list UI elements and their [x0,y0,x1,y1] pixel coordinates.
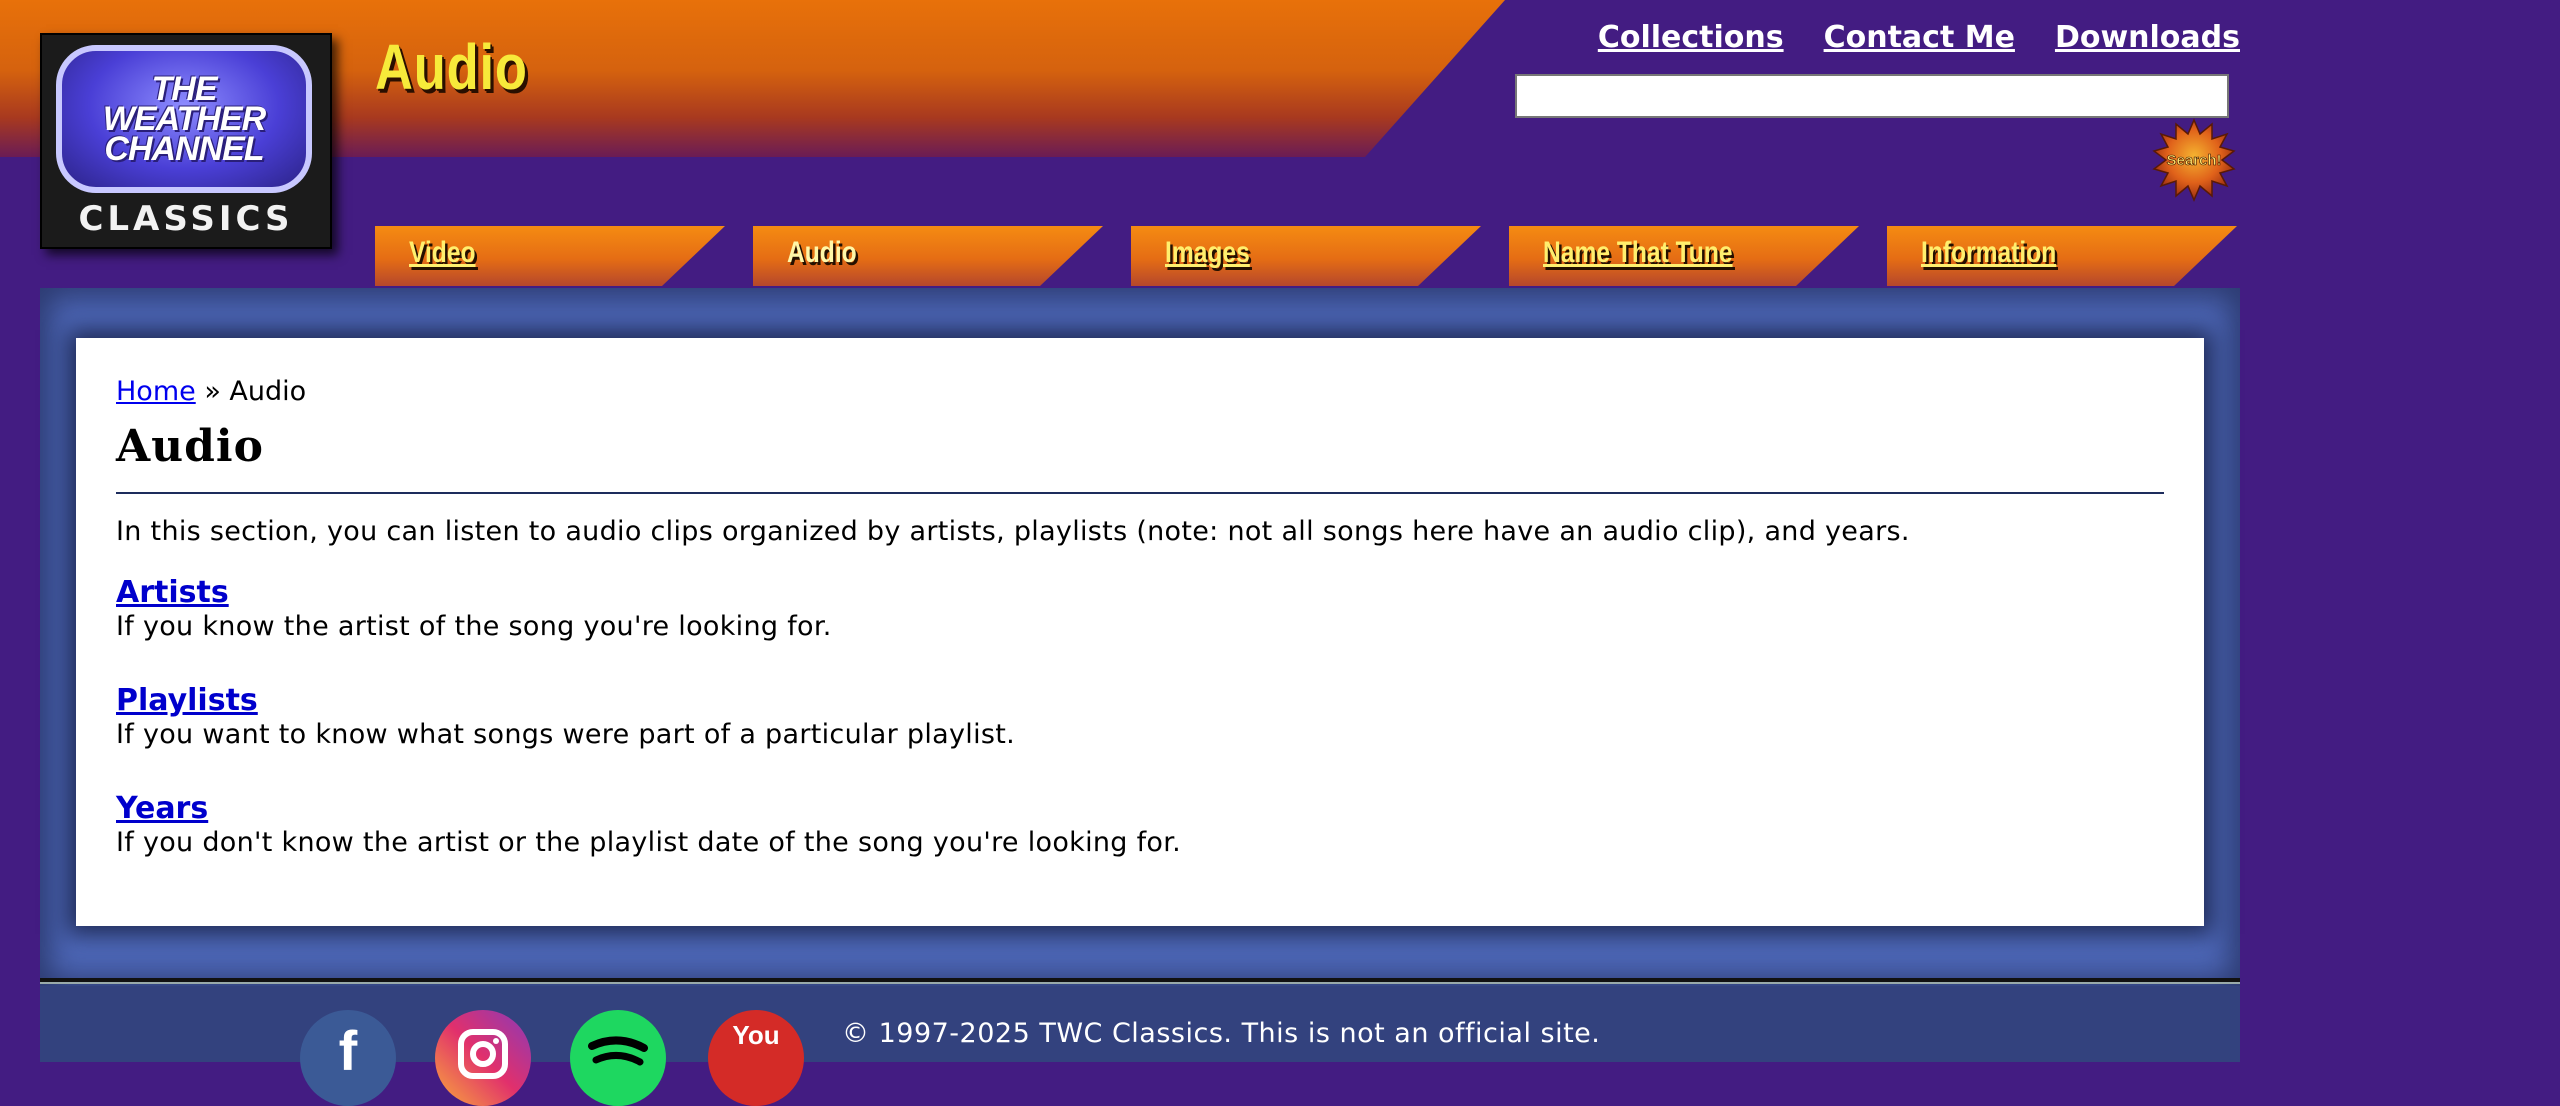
content-frame: Home » Audio Audio In this section, you … [40,288,2240,988]
section-description: If you know the artist of the song you'r… [116,611,832,642]
site-header: THE WEATHER CHANNEL CLASSICS Audio Colle… [0,0,2560,290]
youtube-icon-text: You [732,1020,780,1050]
nav-tab-images[interactable]: Images [1131,226,1481,286]
logo-text-channel: CHANNEL [104,130,264,168]
nav-tab-video[interactable]: Video [375,226,725,286]
instagram-icon[interactable] [435,1010,531,1106]
section-description: If you want to know what songs were part… [116,719,1016,750]
nav-tab-audio[interactable]: Audio [753,226,1103,286]
section-playlists: Playlists If you want to know what songs… [116,683,2164,751]
footer-divider [40,978,2240,984]
youtube-icon[interactable]: You [708,1010,804,1106]
years-link[interactable]: Years [116,791,2164,827]
copyright-text: © 1997-2025 TWC Classics. This is not an… [842,1018,1601,1049]
section-years: Years If you don't know the artist or th… [116,791,2164,859]
nav-tab-label: Audio [787,236,857,269]
search-starburst-icon: Search! [2152,118,2236,202]
nav-tab-information[interactable]: Information [1887,226,2237,286]
breadcrumb-home-link[interactable]: Home [116,376,196,407]
playlists-link[interactable]: Playlists [116,683,2164,719]
breadcrumb-current: Audio [229,376,307,407]
search-button[interactable]: Search! [2152,118,2236,202]
nav-tab-label: Name That Tune [1543,236,1733,269]
top-links: Collections Contact Me Downloads [1598,20,2240,55]
section-artists: Artists If you know the artist of the so… [116,575,2164,643]
intro-text: In this section, you can listen to audio… [116,516,1910,547]
breadcrumb: Home » Audio [116,376,2164,407]
nav-tab-label: Information [1921,236,2057,269]
logo-text-classics: CLASSICS [78,199,294,239]
search-input[interactable] [1515,74,2229,118]
main-content: Home » Audio Audio In this section, you … [76,338,2204,926]
logo-tv-graphic: THE WEATHER CHANNEL [56,45,312,193]
header-page-heading: Audio [375,31,528,103]
section-description: If you don't know the artist or the play… [116,827,1182,858]
top-link-collections[interactable]: Collections [1598,20,1784,55]
top-link-downloads[interactable]: Downloads [2055,20,2240,55]
nav-tab-label: Images [1165,236,1250,269]
site-footer: f You © 1997-2025 TWC Classics. This is … [40,986,2240,1106]
site-logo[interactable]: THE WEATHER CHANNEL CLASSICS [40,33,332,249]
main-nav: Video Audio Images Name That Tune Inform… [375,226,2237,286]
nav-tab-label: Video [409,236,476,269]
breadcrumb-separator: » [195,376,230,407]
page-title: Audio [116,421,264,472]
search-button-label: Search! [2166,152,2221,169]
spotify-icon[interactable] [570,1010,666,1106]
top-link-contact-me[interactable]: Contact Me [1824,20,2015,55]
nav-tab-name-that-tune[interactable]: Name That Tune [1509,226,1859,286]
artists-link[interactable]: Artists [116,575,2164,611]
title-divider [116,492,2164,494]
facebook-icon[interactable]: f [300,1010,396,1106]
